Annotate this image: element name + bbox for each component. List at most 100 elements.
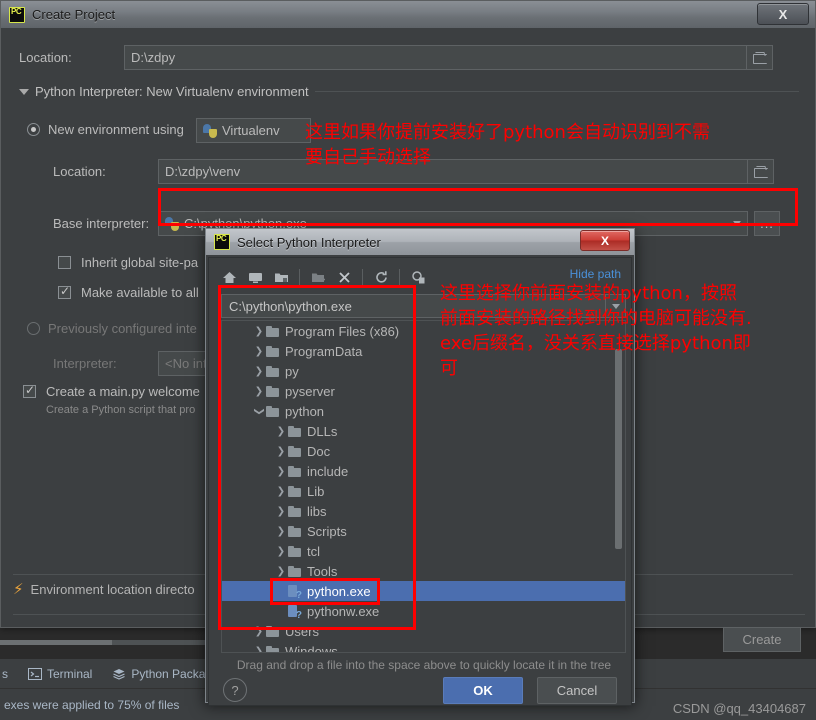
venv-location-label: Location: [53,164,106,179]
folder-icon [288,505,301,517]
location-value: D:\zdpy [131,50,176,65]
folder-icon [266,645,279,652]
file-tree-row[interactable]: ❯ Doc [222,441,625,461]
file-tree-row[interactable]: ❯ python [222,401,625,421]
toolwindow-tab-python-packages-label: Python Packa [131,666,206,681]
python-icon [165,216,179,231]
new-environment-radio[interactable] [27,123,40,136]
previously-configured-radio[interactable] [27,322,40,335]
location-browse-button[interactable] [747,45,773,70]
base-interpreter-browse-button[interactable]: ... [754,211,780,236]
chevron-right-icon[interactable]: ❯ [252,626,266,637]
toolwindow-tab-truncated[interactable]: s [0,659,18,688]
help-icon: ? [231,682,239,698]
file-tree-row-label: Tools [307,563,338,579]
env-tool-combo[interactable]: Virtualenv [196,118,311,143]
file-tree-row[interactable]: ❯ include [222,461,625,481]
folder-icon [288,445,301,457]
chevron-right-icon[interactable]: ❯ [274,486,288,497]
file-tree-row[interactable]: ❯ Lib [222,481,625,501]
file-tree-row[interactable]: pythonw.exe [222,601,625,621]
python-interpreter-section-header[interactable]: Python Interpreter: New Virtualenv envir… [19,84,799,99]
chevron-down-icon[interactable]: ❯ [254,404,265,418]
ide-status-text: exes were applied to 75% of files [4,697,180,712]
hide-path-label: Hide path [569,267,621,281]
file-tree-row[interactable]: python.exe [222,581,625,601]
file-tree-row-label: py [285,363,299,379]
location-input[interactable]: D:\zdpy [124,45,747,70]
project-folder-icon[interactable] [269,265,293,289]
cancel-button-label: Cancel [556,683,598,698]
new-folder-icon [306,265,330,289]
refresh-icon[interactable] [369,265,393,289]
toolbar-separator [362,269,363,285]
file-tree-row[interactable]: ❯ libs [222,501,625,521]
make-available-label: Make available to all [81,285,199,300]
close-icon: X [600,233,609,248]
toolbar-separator [299,269,300,285]
file-tree-row[interactable]: ❯ Windows [222,641,625,653]
file-tree-row-label: Users [285,623,319,639]
pycharm-logo-icon [9,6,25,23]
chevron-right-icon[interactable]: ❯ [274,466,288,477]
delete-icon[interactable] [332,265,356,289]
watermark: CSDN @qq_43404687 [672,701,806,716]
folder-icon [288,485,301,497]
chevron-right-icon[interactable]: ❯ [274,546,288,557]
venv-location-value: D:\zdpy\venv [165,164,241,179]
chevron-right-icon[interactable]: ❯ [252,326,266,337]
create-project-title-bar: Create Project X [1,1,815,29]
make-available-checkbox[interactable] [58,284,71,299]
file-tree-row[interactable]: ❯ tcl [222,541,625,561]
inherit-global-row[interactable]: Inherit global site-pa [58,255,198,270]
chevron-right-icon[interactable]: ❯ [274,426,288,437]
cancel-button[interactable]: Cancel [537,677,617,704]
file-tree-row[interactable]: ❯ Tools [222,561,625,581]
desktop-icon[interactable] [243,265,267,289]
packages-icon [112,667,126,681]
show-hidden-icon[interactable] [406,265,430,289]
inherit-global-checkbox[interactable] [58,256,71,269]
file-tree-row-label: Program Files (x86) [285,323,400,339]
chevron-right-icon[interactable]: ❯ [252,386,266,397]
toolwindow-tab-terminal-label: Terminal [47,666,93,681]
toolwindow-tab-python-packages[interactable]: Python Packa [102,659,215,688]
create-main-py-sublabel: Create a Python script that pro [46,404,196,416]
file-tree-row-label: pyserver [285,383,335,399]
chevron-right-icon[interactable]: ❯ [274,566,288,577]
inherit-global-label: Inherit global site-pa [81,255,199,270]
chevron-right-icon[interactable]: ❯ [274,506,288,517]
create-main-py-checkbox[interactable] [23,383,36,398]
chevron-right-icon[interactable]: ❯ [274,526,288,537]
file-tree-row[interactable]: ❯ Users [222,621,625,641]
select-interpreter-close-button[interactable]: X [580,230,630,251]
file-tree-row[interactable]: ❯ DLLs [222,421,625,441]
create-main-py-row[interactable]: Create a main.py welcome [23,383,200,399]
file-tree-row-label: libs [307,503,327,519]
create-project-close-button[interactable]: X [757,3,809,25]
toolwindow-tab-terminal[interactable]: Terminal [18,659,102,688]
select-interpreter-title: Select Python Interpreter [237,234,381,250]
python-icon [203,123,217,138]
folder-icon [752,52,767,64]
create-project-title: Create Project [32,7,116,22]
drag-drop-hint: Drag and drop a file into the space abov… [236,658,612,672]
new-environment-radio-row[interactable]: New environment using [27,122,184,137]
chevron-right-icon[interactable]: ❯ [252,366,266,377]
chevron-right-icon[interactable]: ❯ [252,646,266,653]
chevron-right-icon[interactable]: ❯ [274,446,288,457]
help-button[interactable]: ? [223,678,247,702]
previously-configured-radio-row[interactable]: Previously configured inte [27,321,197,336]
create-button[interactable]: Create [723,627,801,652]
hide-path-link[interactable]: Hide path [570,267,621,281]
home-icon[interactable] [217,265,241,289]
ok-button[interactable]: OK [443,677,523,704]
file-tree-row-label: Doc [307,443,331,459]
make-available-row[interactable]: Make available to all [58,284,199,300]
annotation-note-top: 这里如果你提前安装好了python会自动识别到不需 要自己手动选择 [305,122,710,168]
chevron-right-icon[interactable]: ❯ [252,346,266,357]
warning-bolt-icon: ⚡ [13,581,24,598]
file-tree-row-label: include [307,463,349,479]
file-tree-row[interactable]: ❯ Scripts [222,521,625,541]
file-tree-row[interactable]: ❯ pyserver [222,381,625,401]
